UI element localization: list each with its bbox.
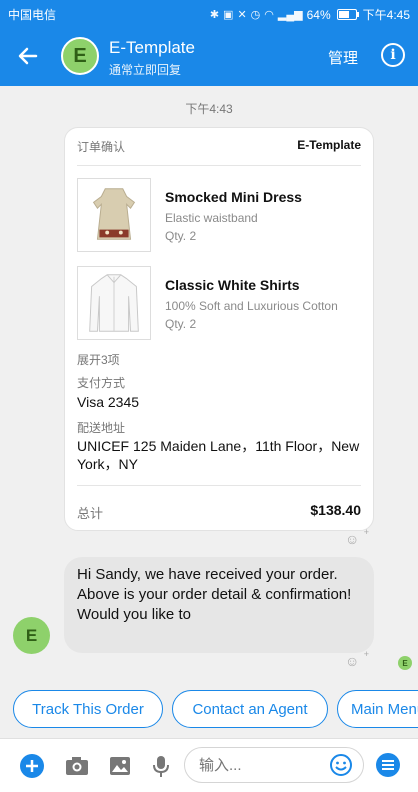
item-description: Elastic waistband bbox=[165, 211, 258, 225]
add-reaction-icon[interactable]: ☺ + bbox=[345, 527, 369, 547]
divider bbox=[77, 485, 361, 486]
item-quantity: Qty. 2 bbox=[165, 317, 197, 331]
expand-items-link[interactable]: 展开3项 bbox=[77, 351, 120, 368]
divider bbox=[77, 165, 361, 166]
camera-icon[interactable] bbox=[64, 753, 90, 779]
info-icon[interactable]: i bbox=[381, 43, 405, 67]
wifi-icon: ◠ bbox=[264, 9, 274, 21]
mute-icon: ✕ bbox=[237, 9, 247, 21]
shirt-thumbnail bbox=[77, 266, 151, 340]
gallery-icon[interactable] bbox=[107, 753, 133, 779]
total-value: $138.40 bbox=[310, 502, 361, 518]
item-name: Classic White Shirts bbox=[165, 277, 300, 293]
receipt-item[interactable]: Classic White Shirts 100% Soft and Luxur… bbox=[77, 266, 361, 342]
item-name: Smocked Mini Dress bbox=[165, 189, 302, 205]
receipt-item[interactable]: Smocked Mini Dress Elastic waistband Qty… bbox=[77, 178, 361, 254]
chat-header: E E-Template 通常立即回复 管理 i bbox=[0, 28, 418, 86]
sender-avatar[interactable]: E bbox=[13, 617, 50, 654]
battery-percent: 64% bbox=[306, 7, 331, 22]
add-reaction-icon[interactable]: ☺ + bbox=[345, 649, 369, 669]
receipt-label: 订单确认 bbox=[77, 140, 126, 154]
item-quantity: Qty. 2 bbox=[165, 229, 197, 243]
quick-reply-contact-agent[interactable]: Contact an Agent bbox=[172, 690, 328, 728]
receipt-brand: E-Template bbox=[297, 138, 361, 152]
response-status: 通常立即回复 bbox=[109, 63, 182, 77]
total-label: 总计 bbox=[77, 506, 104, 521]
manage-button[interactable]: 管理 bbox=[328, 47, 358, 68]
quick-reply-main-menu[interactable]: Main Menu bbox=[337, 690, 418, 728]
menu-icon[interactable] bbox=[376, 753, 400, 777]
page-avatar[interactable]: E bbox=[61, 37, 99, 75]
signal-icon: ▂▄▆ bbox=[277, 9, 303, 21]
item-description: 100% Soft and Luxurious Cotton bbox=[165, 299, 338, 313]
bluetooth-icon: ✱ bbox=[209, 9, 220, 21]
shipping-address-value: UNICEF 125 Maiden Lane，11th Floor，New Yo… bbox=[77, 438, 360, 472]
battery-icon bbox=[336, 9, 359, 20]
quick-reply-track-order[interactable]: Track This Order bbox=[13, 690, 163, 728]
dress-thumbnail bbox=[77, 178, 151, 252]
emoji-icon[interactable] bbox=[329, 753, 353, 777]
shipping-address-label: 配送地址 bbox=[77, 421, 126, 435]
payment-method-value: Visa 2345 bbox=[77, 394, 140, 410]
carrier-name: 中国电信 bbox=[8, 8, 57, 22]
plus-icon[interactable] bbox=[19, 753, 45, 779]
status-bar: 中国电信 ✱ ▣ ✕ ◷ ◠ ▂▄▆ 64% 下午4:45 bbox=[0, 0, 418, 28]
page-title[interactable]: E-Template bbox=[109, 38, 195, 58]
message-bubble[interactable]: Hi Sandy, we have received your order. A… bbox=[64, 557, 374, 653]
payment-method-label: 支付方式 bbox=[77, 376, 126, 390]
message-timestamp: 下午4:43 bbox=[185, 102, 233, 116]
microphone-icon[interactable] bbox=[148, 753, 174, 779]
clock: 下午4:45 bbox=[362, 8, 410, 22]
order-receipt-card[interactable]: 订单确认 E-Template Smocked Mini Dress Elast… bbox=[64, 127, 374, 531]
composer-bar bbox=[0, 738, 418, 792]
seen-avatar: E bbox=[398, 656, 412, 670]
message-text: Hi Sandy, we have received your order. A… bbox=[77, 566, 352, 623]
alarm-icon: ◷ bbox=[250, 9, 261, 21]
nfc-icon: ▣ bbox=[223, 9, 234, 21]
back-arrow-icon[interactable] bbox=[14, 42, 42, 70]
